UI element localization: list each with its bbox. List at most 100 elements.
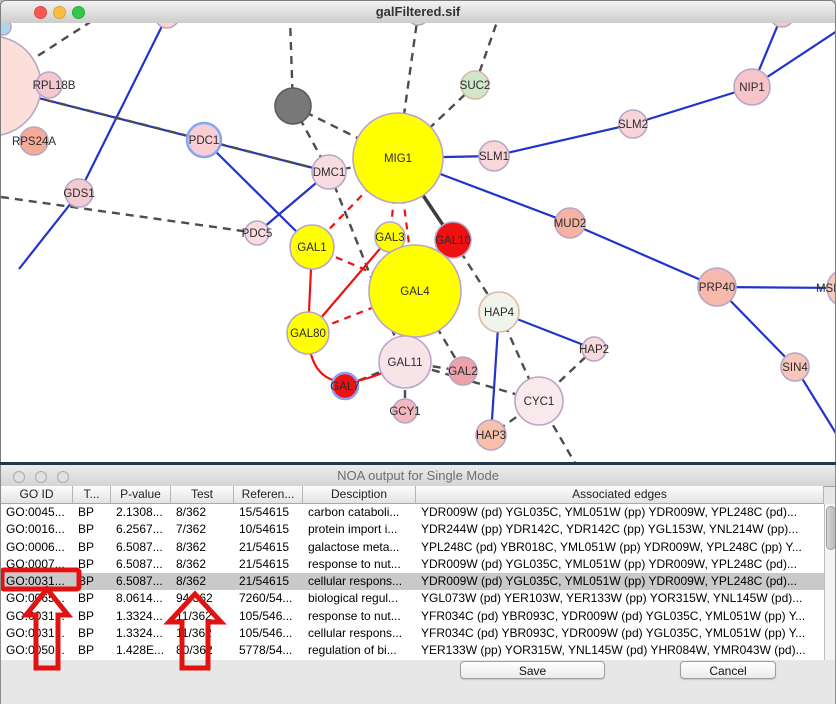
cell: YFR034C (pd) YBR093C, YDR009W (pd) YGL03…	[416, 625, 824, 642]
node-label-mud2: MUD2	[554, 218, 587, 230]
table-row[interactable]: GO:0007...BP6.5087...8/36221/54615respon…	[1, 556, 824, 573]
cell: GO:0045...	[1, 504, 73, 521]
cell: protein import i...	[303, 521, 416, 538]
table-row[interactable]: GO:0031...BP1.3324...11/362105/546...cel…	[1, 625, 824, 642]
node-tp3[interactable]	[770, 23, 794, 27]
table-row[interactable]: GO:0006...BP6.5087...8/36221/54615galact…	[1, 539, 824, 556]
node-label-slm2: SLM2	[618, 119, 648, 131]
node-label-pdc5: PDC5	[242, 228, 273, 240]
table-row[interactable]: GO:0031...BP1.3324...11/362105/546...res…	[1, 608, 824, 625]
column-header-test[interactable]: Test	[171, 486, 234, 503]
cell: carbon cataboli...	[303, 504, 416, 521]
node-label-gal10: GAL10	[435, 235, 471, 247]
node-label-gds1: GDS1	[63, 188, 94, 200]
cell: cellular respons...	[303, 573, 416, 590]
node-label-gcy1: GCY1	[389, 406, 420, 418]
cell: 80/362	[171, 642, 234, 659]
cell: 21/54615	[234, 556, 303, 573]
column-header-referen-[interactable]: Referen...	[234, 486, 303, 503]
node-label-gal1: GAL1	[297, 242, 326, 254]
cell: 7/362	[171, 521, 234, 538]
node-tg[interactable]	[407, 23, 429, 25]
table-row[interactable]: GO:0045...BP2.1308...8/36215/54615carbon…	[1, 504, 824, 521]
node-label-suc2: SUC2	[460, 80, 491, 92]
cell: YDR009W (pd) YGL035C, YML051W (pp) YDR00…	[416, 556, 824, 573]
network-window-titlebar[interactable]: galFiltered.sif	[1, 1, 835, 24]
cell: 1.3324...	[111, 608, 171, 625]
node-label-hap2: HAP2	[579, 344, 609, 356]
table-row[interactable]: GO:0065...BP8.0614...94/3627260/54...bio…	[1, 590, 824, 607]
scrollbar-thumb[interactable]	[826, 506, 836, 550]
column-header-associated-edges[interactable]: Associated edges	[416, 486, 824, 503]
cell: BP	[73, 521, 111, 538]
noa-window-titlebar[interactable]: NOA output for Single Mode	[1, 465, 835, 487]
cell: BP	[73, 573, 111, 590]
cell: BP	[73, 556, 111, 573]
cancel-button[interactable]: Cancel	[680, 661, 776, 679]
column-header-go-id[interactable]: GO ID	[1, 486, 73, 503]
cell: BP	[73, 642, 111, 659]
cell: BP	[73, 625, 111, 642]
cell: 1.428E...	[111, 642, 171, 659]
node-label-hap4: HAP4	[484, 307, 515, 319]
save-button[interactable]: Save	[460, 661, 605, 679]
network-edge	[1, 197, 257, 233]
cell: 1.3324...	[111, 625, 171, 642]
cell: 8.0614...	[111, 590, 171, 607]
cell: response to nut...	[303, 608, 416, 625]
cell: 21/54615	[234, 539, 303, 556]
network-svg[interactable]: RPL18BRPS24AGDS1PDC1PDC5DMC1MIG1SLM1SUC2…	[1, 23, 836, 463]
cell: 5778/54...	[234, 642, 303, 659]
node-tinytl[interactable]	[1, 23, 11, 35]
node-label-rpl18b: RPL18B	[33, 80, 76, 92]
table-row-selected[interactable]: GO:0031...BP6.5087...8/36221/54615cellul…	[1, 573, 824, 590]
cell: YDR009W (pd) YGL035C, YML051W (pp) YDR00…	[416, 504, 824, 521]
node-tp1[interactable]	[155, 23, 179, 28]
network-edge	[79, 23, 167, 193]
network-edge	[494, 124, 633, 156]
node-label-gal4: GAL4	[400, 286, 430, 298]
cell: 10/54615	[234, 521, 303, 538]
cell: BP	[73, 504, 111, 521]
vertical-scrollbar[interactable]	[824, 504, 836, 660]
cell: YGL073W (pd) YER103W, YER133W (pp) YOR31…	[416, 590, 824, 607]
cell: 15/54615	[234, 504, 303, 521]
cell: BP	[73, 608, 111, 625]
node-label-mig1: MIG1	[384, 153, 412, 165]
node-label-prp40: PRP40	[699, 282, 735, 294]
cell: cellular respons...	[303, 625, 416, 642]
cell: 11/362	[171, 608, 234, 625]
node-label-hap3: HAP3	[476, 430, 506, 442]
cell: 94/362	[171, 590, 234, 607]
node-label-slm1: SLM1	[479, 151, 509, 163]
cell: GO:0031...	[1, 608, 73, 625]
cell: BP	[73, 539, 111, 556]
node-label-msl1: MSL1	[816, 283, 836, 295]
cell: GO:0065...	[1, 590, 73, 607]
node-label-rps24a: RPS24A	[12, 136, 56, 148]
cell: biological regul...	[303, 590, 416, 607]
table-row[interactable]: GO:0050...BP1.428E...80/3625778/54...reg…	[1, 642, 824, 659]
cell: 6.5087...	[111, 573, 171, 590]
node-label-cyc1: CYC1	[524, 396, 555, 408]
table-row[interactable]: GO:0016...BP6.2567...7/36210/54615protei…	[1, 521, 824, 538]
cell: 8/362	[171, 573, 234, 590]
cell: response to nut...	[303, 556, 416, 573]
column-header-desciption[interactable]: Desciption	[303, 486, 416, 503]
cell: YFR034C (pd) YBR093C, YDR009W (pd) YGL03…	[416, 608, 824, 625]
results-table[interactable]: GO:0045...BP2.1308...8/36215/54615carbon…	[1, 504, 824, 660]
cell: YPL248C (pd) YBR018C, YML051W (pp) YDR00…	[416, 539, 824, 556]
cell: galactose meta...	[303, 539, 416, 556]
cell: 7260/54...	[234, 590, 303, 607]
node-label-gal7: GAL7	[330, 381, 359, 393]
cell: YDR009W (pd) YGL035C, YML051W (pp) YDR00…	[416, 573, 824, 590]
cell: 8/362	[171, 504, 234, 521]
cell: 8/362	[171, 539, 234, 556]
node-gray[interactable]	[275, 88, 311, 124]
column-header-p-value[interactable]: P-value	[111, 486, 171, 503]
column-header-t-[interactable]: T...	[73, 486, 111, 503]
cell: GO:0016...	[1, 521, 73, 538]
cell: 8/362	[171, 556, 234, 573]
cell: 11/362	[171, 625, 234, 642]
results-table-header[interactable]: GO IDT...P-valueTestReferen...Desciption…	[1, 486, 824, 504]
